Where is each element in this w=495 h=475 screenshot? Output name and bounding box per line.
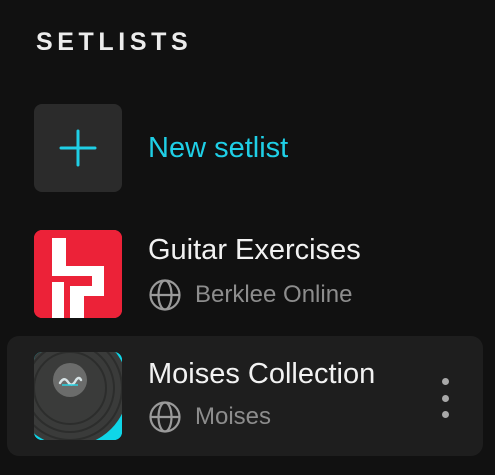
- setlist-title: Moises Collection: [148, 358, 376, 390]
- setlist-thumbnail: [34, 230, 122, 318]
- menu-dot: [441, 378, 449, 385]
- setlist-owner-name: Berklee Online: [195, 281, 353, 308]
- menu-dot: [441, 411, 449, 418]
- new-setlist-thumb[interactable]: [34, 104, 122, 192]
- section-title: SETLISTS: [36, 28, 193, 56]
- setlist-title: Guitar Exercises: [148, 234, 361, 266]
- setlist-owner: Berklee Online: [148, 278, 352, 312]
- setlist-owner-name: Moises: [195, 403, 272, 430]
- setlist-item-moises-collection[interactable]: Moises Collection Moises: [7, 336, 483, 456]
- setlist-owner: Moises: [148, 400, 271, 434]
- berklee-logo-icon: [34, 230, 122, 318]
- globe-icon: [149, 401, 181, 433]
- setlist-thumbnail: [34, 352, 122, 440]
- more-vertical-icon[interactable]: [435, 378, 455, 418]
- new-setlist-label[interactable]: New setlist: [148, 131, 288, 165]
- setlist-item-guitar-exercises[interactable]: Guitar Exercises Berklee Online: [0, 230, 495, 318]
- globe-icon: [149, 279, 181, 311]
- vinyl-record-icon: [34, 352, 122, 440]
- setlists-panel: SETLISTS New setlist Guitar Exercises Be…: [0, 0, 495, 475]
- plus-icon: [59, 129, 97, 167]
- menu-dot: [441, 394, 449, 402]
- new-setlist-button[interactable]: New setlist: [0, 104, 495, 192]
